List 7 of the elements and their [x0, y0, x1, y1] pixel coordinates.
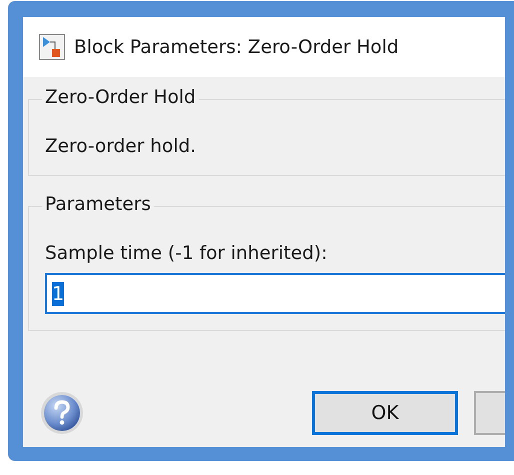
- block-icon: [39, 34, 65, 60]
- input-field[interactable]: 1: [45, 273, 505, 314]
- block-description: Zero-order hold.: [45, 135, 197, 159]
- help-icon[interactable]: [40, 391, 84, 435]
- field-label: Sample time (-1 for inherited):: [45, 243, 328, 264]
- ok-button[interactable]: OK: [312, 391, 458, 435]
- window-title: Block Parameters: Zero-Order Hold: [74, 36, 399, 58]
